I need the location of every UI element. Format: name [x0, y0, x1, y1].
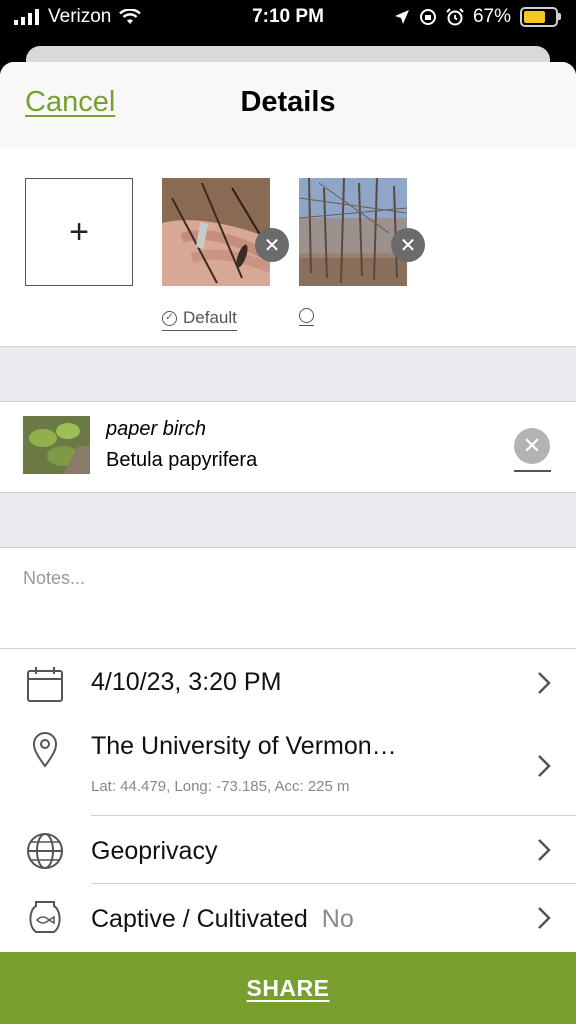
empty-circle-icon: [299, 308, 314, 323]
chevron-right-icon: [538, 907, 551, 929]
date-time-value: 4/10/23, 3:20 PM: [91, 668, 282, 696]
share-button[interactable]: SHARE: [0, 952, 576, 1024]
chevron-right-icon: [538, 839, 551, 861]
close-icon: ✕: [399, 234, 417, 257]
orientation-lock-icon: [419, 9, 436, 25]
taxon-row[interactable]: paper birch Betula papyrifera ✕: [0, 402, 576, 492]
default-photo-toggle-2[interactable]: [299, 308, 314, 326]
details-sheet: Cancel Details + ✕ ✓ Default ✕ paper bir…: [0, 62, 576, 1024]
captive-label-line: Captive / Cultivated No: [91, 905, 354, 934]
date-row[interactable]: 4/10/23, 3:20 PM: [0, 648, 576, 717]
location-coordinates: Lat: 44.479, Long: -73.185, Acc: 225 m: [91, 778, 350, 795]
clear-taxon-underline: [514, 470, 551, 472]
battery-icon: [520, 7, 561, 27]
geoprivacy-label: Geoprivacy: [91, 837, 218, 865]
photo-thumbnail-2[interactable]: [299, 178, 407, 286]
close-icon: ✕: [263, 234, 281, 257]
photo-strip: + ✕ ✓ Default ✕: [0, 148, 576, 346]
battery-percent: 67%: [472, 6, 511, 27]
page-title: Details: [240, 86, 336, 118]
captive-value: No: [321, 905, 354, 933]
fishbowl-icon: [29, 901, 61, 933]
default-photo-toggle-1[interactable]: ✓ Default: [162, 308, 237, 331]
photo-thumbnail-1[interactable]: [162, 178, 270, 286]
chevron-right-icon: [538, 755, 551, 777]
taxon-common-name: paper birch: [106, 418, 207, 440]
remove-photo-2-button[interactable]: ✕: [391, 228, 425, 262]
nav-bar: Cancel Details: [0, 62, 576, 149]
taxon-thumbnail: [23, 416, 90, 474]
location-name: The University of Vermon…: [91, 732, 397, 760]
default-label: Default: [183, 308, 237, 327]
status-right: 67%: [394, 6, 561, 28]
globe-icon: [27, 833, 63, 869]
chevron-right-icon: [538, 672, 551, 694]
location-arrow-icon: [394, 10, 409, 24]
notes-input[interactable]: Notes...: [23, 568, 85, 589]
captive-row[interactable]: Captive / Cultivated No: [0, 884, 576, 952]
section-gap: [0, 346, 576, 402]
clear-taxon-button[interactable]: ✕: [514, 428, 550, 464]
captive-label: Captive / Cultivated: [91, 905, 308, 933]
calendar-icon: [27, 667, 63, 702]
alarm-icon: [446, 8, 464, 26]
close-icon: ✕: [522, 433, 542, 458]
status-bar: Verizon 7:10 PM 67%: [0, 0, 576, 34]
taxon-scientific-name: Betula papyrifera: [106, 449, 258, 471]
map-pin-icon: [32, 732, 58, 768]
plus-icon: +: [69, 212, 89, 251]
section-gap: [0, 492, 576, 548]
location-row[interactable]: The University of Vermon… Lat: 44.479, L…: [0, 716, 576, 816]
geoprivacy-row[interactable]: Geoprivacy: [0, 816, 576, 884]
add-photo-button[interactable]: +: [25, 178, 133, 286]
check-circle-icon: ✓: [162, 310, 177, 326]
remove-photo-1-button[interactable]: ✕: [255, 228, 289, 262]
